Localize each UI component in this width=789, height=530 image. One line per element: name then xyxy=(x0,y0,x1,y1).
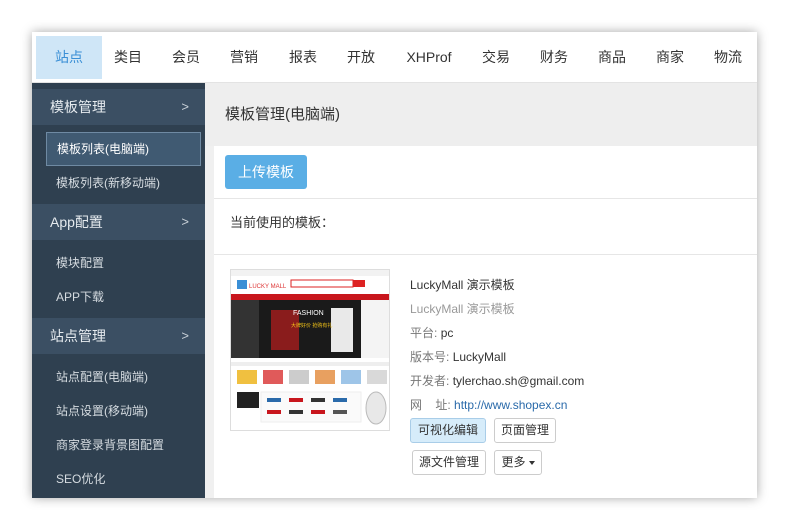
sidebar-group-template[interactable]: 模板管理 > xyxy=(32,89,205,125)
sidebar-item-seo[interactable]: SEO优化 xyxy=(46,462,201,496)
nav-tab-xhprof[interactable]: XHProf xyxy=(397,36,461,79)
sidebar-item-site-config-pc[interactable]: 站点配置(电脑端) xyxy=(46,360,201,394)
sidebar-group-label: 模板管理 xyxy=(50,99,106,115)
sidebar-item-template-pc[interactable]: 模板列表(电脑端) xyxy=(46,132,201,166)
nav-tab-trade[interactable]: 交易 xyxy=(473,36,519,79)
sidebar-item-site-config-mobile[interactable]: 站点设置(移动端) xyxy=(46,394,201,428)
platform-value: pc xyxy=(440,326,454,340)
developer-value: tylerchao.sh@gmail.com xyxy=(452,374,585,388)
sidebar-item-template-mobile[interactable]: 模板列表(新移动端) xyxy=(46,166,201,200)
template-version: 版本号: LuckyMall xyxy=(410,348,506,365)
template-thumbnail[interactable]: LUCKY MALL FASHION 大牌好价 抢购有礼 xyxy=(230,269,390,431)
app-window: 站点 类目 会员 营销 报表 开放 XHProf 交易 财务 商品 商家 物流 … xyxy=(32,32,757,498)
nav-tab-category[interactable]: 类目 xyxy=(105,36,151,79)
nav-tab-member[interactable]: 会员 xyxy=(163,36,209,79)
nav-tab-finance[interactable]: 财务 xyxy=(531,36,577,79)
visual-edit-button[interactable]: 可视化编辑 xyxy=(410,418,486,443)
url-label: 网 址: xyxy=(410,398,451,412)
page-manage-button[interactable]: 页面管理 xyxy=(494,418,556,443)
more-dropdown-button[interactable]: 更多 xyxy=(494,450,542,475)
nav-tab-site[interactable]: 站点 xyxy=(36,36,102,79)
chevron-right-icon: > xyxy=(181,214,189,229)
sidebar: 模板管理 > 模板列表(电脑端) 模板列表(新移动端) App配置 > 模块配置… xyxy=(32,83,205,498)
developer-label: 开发者: xyxy=(410,374,450,388)
source-file-manage-button[interactable]: 源文件管理 xyxy=(412,450,486,475)
top-navigation: 站点 类目 会员 营销 报表 开放 XHProf 交易 财务 商品 商家 物流 xyxy=(32,32,757,83)
thumb-logo: LUCKY MALL xyxy=(249,284,287,290)
upload-template-button[interactable]: 上传模板 xyxy=(225,155,307,189)
template-url: 网 址: http://www.shopex.cn xyxy=(410,396,567,413)
sidebar-item-module-config[interactable]: 模块配置 xyxy=(46,246,201,280)
template-preview-image: LUCKY MALL FASHION 大牌好价 抢购有礼 xyxy=(231,270,389,430)
template-panel: 上传模板 当前使用的模板： LUCKY MALL FASHION 大牌好价 抢购… xyxy=(214,146,757,498)
version-value: LuckyMall xyxy=(452,350,507,364)
current-template-label: 当前使用的模板： xyxy=(230,215,335,230)
caret-down-icon xyxy=(528,460,535,465)
nav-tab-marketing[interactable]: 营销 xyxy=(221,36,267,79)
nav-tab-report[interactable]: 报表 xyxy=(280,36,326,79)
template-developer: 开发者: tylerchao.sh@gmail.com xyxy=(410,372,584,389)
nav-tab-logistics[interactable]: 物流 xyxy=(705,36,751,79)
more-label: 更多 xyxy=(501,455,526,469)
platform-label: 平台: xyxy=(410,326,438,340)
nav-tab-merchant[interactable]: 商家 xyxy=(647,36,693,79)
main-content: 模板管理(电脑端) 上传模板 当前使用的模板： LUCKY MALL FASHI… xyxy=(205,83,757,498)
thumb-banner-text: FASHION xyxy=(293,310,324,317)
divider xyxy=(214,198,757,199)
thumb-banner-sub: 大牌好价 抢购有礼 xyxy=(291,322,332,329)
chevron-right-icon: > xyxy=(181,328,189,343)
template-platform: 平台: pc xyxy=(410,324,453,341)
page-title: 模板管理(电脑端) xyxy=(205,83,757,146)
sidebar-item-merchant-login-bg[interactable]: 商家登录背景图配置 xyxy=(46,428,201,462)
sidebar-group-label: 站点管理 xyxy=(50,328,106,344)
sidebar-group-label: App配置 xyxy=(50,214,103,230)
template-name: LuckyMall 演示模板 xyxy=(410,278,515,292)
sidebar-group-site[interactable]: 站点管理 > xyxy=(32,318,205,354)
sidebar-item-app-download[interactable]: APP下载 xyxy=(46,280,201,314)
divider xyxy=(214,254,757,255)
url-link[interactable]: http://www.shopex.cn xyxy=(454,398,567,412)
template-description: LuckyMall 演示模板 xyxy=(410,302,515,316)
nav-tab-product[interactable]: 商品 xyxy=(589,36,635,79)
chevron-right-icon: > xyxy=(181,99,189,114)
sidebar-group-app[interactable]: App配置 > xyxy=(32,204,205,240)
nav-tab-open[interactable]: 开放 xyxy=(338,36,384,79)
version-label: 版本号: xyxy=(410,350,450,364)
